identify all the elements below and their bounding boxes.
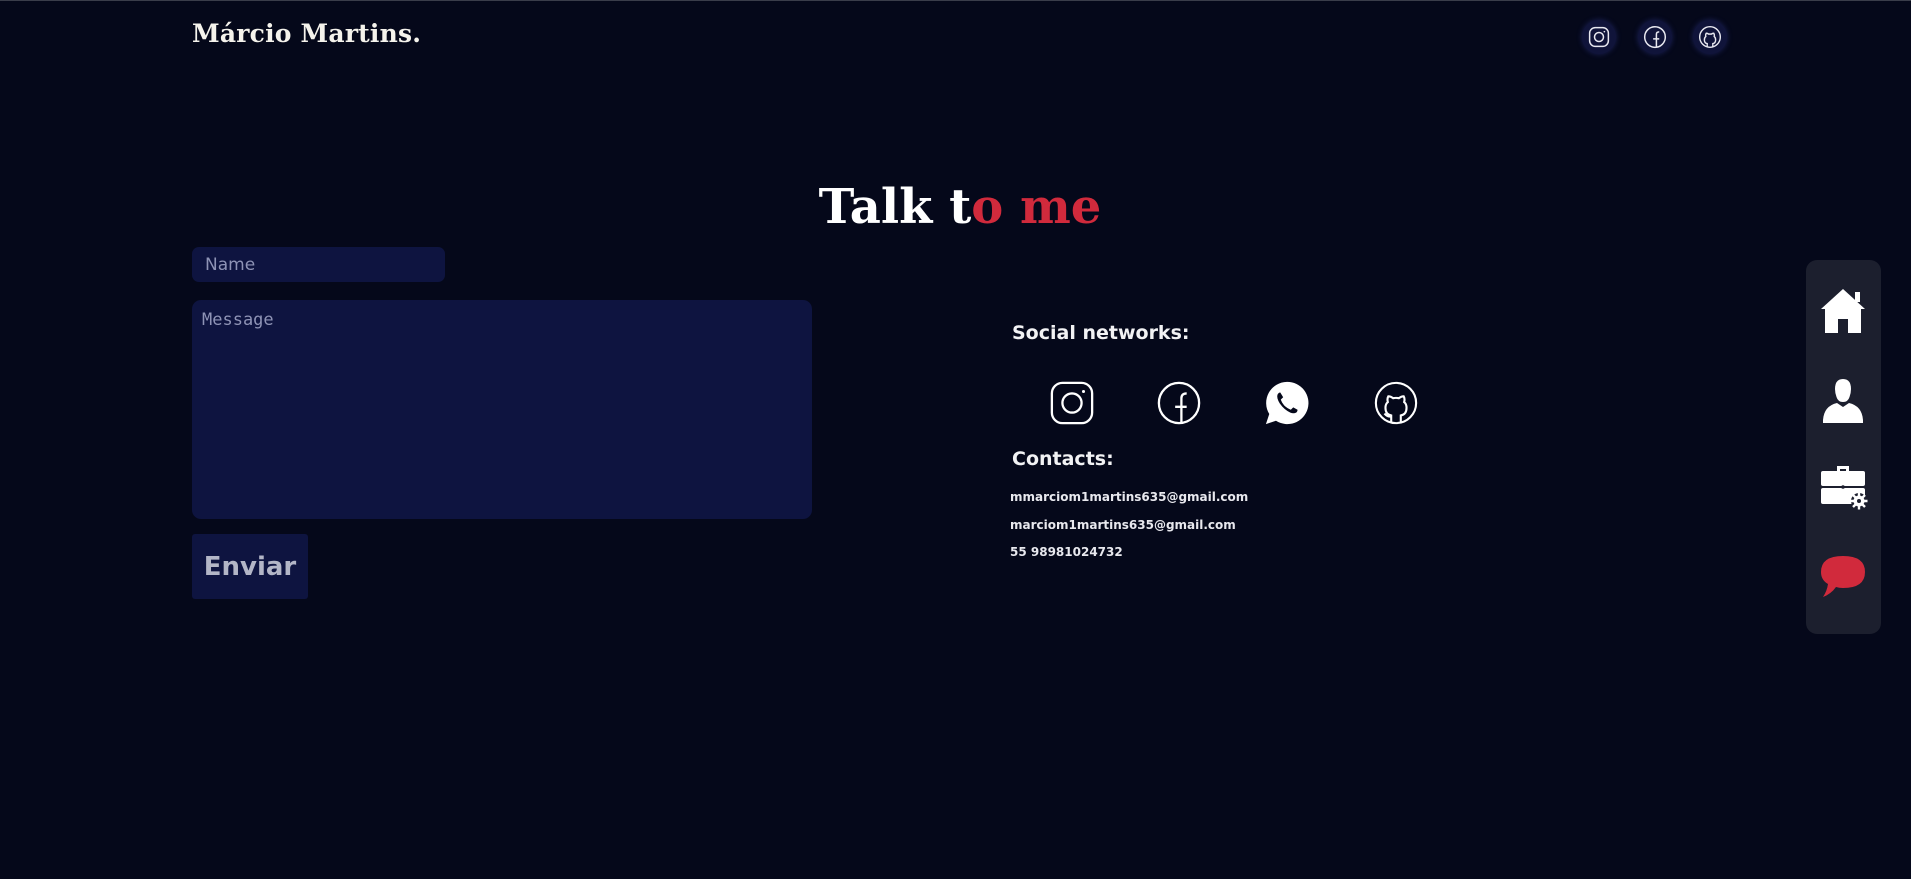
- chat-icon: [1821, 556, 1865, 597]
- contact-email-2[interactable]: marciom1martins635@gmail.com: [1010, 518, 1236, 532]
- github-icon[interactable]: [1693, 20, 1727, 54]
- briefcase-icon: [1821, 466, 1868, 510]
- contacts-label: Contacts:: [1012, 448, 1114, 470]
- home-icon: [1821, 289, 1865, 333]
- github-icon[interactable]: [1372, 379, 1420, 427]
- user-icon: [1823, 379, 1863, 423]
- title-part-white: Talk t: [818, 179, 972, 235]
- nav-about[interactable]: [1817, 375, 1869, 427]
- side-navigation: [1806, 260, 1881, 634]
- name-input[interactable]: [192, 247, 445, 282]
- brand-logo-text[interactable]: Márcio Martins.: [192, 19, 421, 48]
- facebook-icon[interactable]: [1638, 20, 1672, 54]
- nav-portfolio[interactable]: [1817, 459, 1869, 511]
- contact-email-1[interactable]: mmarciom1martins635@gmail.com: [1010, 490, 1248, 504]
- nav-contact[interactable]: [1817, 551, 1869, 603]
- facebook-icon[interactable]: [1155, 379, 1203, 427]
- instagram-icon[interactable]: [1048, 379, 1096, 427]
- message-textarea[interactable]: [192, 300, 812, 519]
- social-networks-label: Social networks:: [1012, 322, 1190, 344]
- contact-section-title: Talk to me: [0, 179, 1911, 235]
- title-part-accent: o me: [971, 179, 1102, 235]
- whatsapp-icon[interactable]: [1263, 379, 1311, 427]
- instagram-icon[interactable]: [1582, 20, 1616, 54]
- contact-phone[interactable]: 55 98981024732: [1010, 545, 1123, 559]
- nav-home[interactable]: [1817, 285, 1869, 337]
- submit-button[interactable]: Enviar: [192, 534, 308, 599]
